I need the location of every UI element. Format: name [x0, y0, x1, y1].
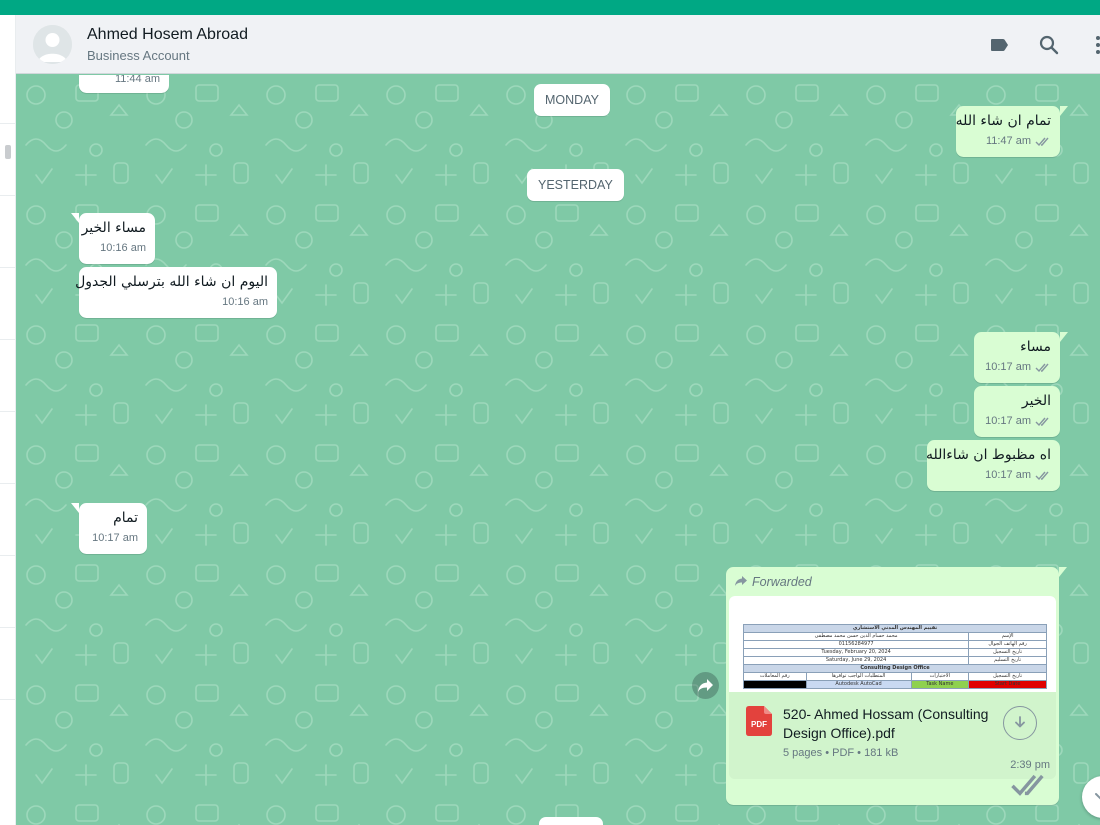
message-text: مساء	[1020, 339, 1051, 355]
chat-list-divider	[0, 555, 16, 556]
preview-cell: Tuesday, February 20, 2024	[742, 648, 970, 657]
message-time: 10:16 am	[100, 242, 146, 254]
message-time: 2:39 pm	[1010, 758, 1050, 771]
chat-list-divider	[0, 627, 16, 628]
preview-cell: Start Date	[968, 680, 1047, 689]
message-time: 10:17 am	[92, 532, 138, 544]
download-button[interactable]	[1003, 706, 1037, 740]
message-bubble-incoming[interactable]: مساء الخير 10:16 am	[79, 213, 155, 264]
chat-list-edge	[0, 15, 16, 825]
contact-name[interactable]: Ahmed Hosem Abroad	[87, 26, 248, 44]
forwarded-label: Forwarded	[734, 575, 812, 589]
chat-list-divider	[0, 195, 16, 196]
bubble-tail	[71, 503, 79, 513]
date-separator-monday: MONDAY	[534, 84, 610, 116]
search-icon[interactable]	[1037, 33, 1061, 57]
chevron-down-icon	[1095, 793, 1100, 800]
pdf-badge: PDF	[751, 720, 767, 729]
contact-subtitle: Business Account	[87, 48, 190, 63]
preview-section: Consulting Design Office	[743, 664, 1047, 673]
date-separator-partial	[539, 817, 603, 825]
message-bubble-outgoing[interactable]: اه مظبوط ان شاءالله 10:17 am	[925, 440, 1060, 491]
avatar[interactable]	[33, 25, 72, 64]
bubble-tail	[1060, 106, 1068, 116]
forward-button[interactable]	[692, 672, 719, 699]
preview-cell: المتطلبات الواجب توافرها	[805, 672, 912, 681]
chat-list-divider	[0, 483, 16, 484]
double-check-icon	[1035, 137, 1049, 146]
chat-list-divider	[0, 411, 16, 412]
message-time: 11:47 am	[985, 135, 1031, 147]
preview-cell: رقم المعاملات	[743, 672, 807, 681]
preview-cell: محمد حسام الدين حسن محمد مصطفى	[742, 632, 970, 641]
message-bubble-incoming[interactable]: تمام 10:17 am	[79, 503, 147, 554]
preview-cell: Saturday, June 29, 2024	[742, 656, 970, 665]
message-text: تمام	[113, 510, 138, 526]
preview-cell: 01156284977	[742, 640, 970, 649]
message-time: 11:44 am	[114, 75, 160, 85]
message-bubble-incoming[interactable]: اليوم ان شاء الله بترسلي الجدول 10:16 am	[75, 267, 277, 318]
document-preview-thumbnail[interactable]: تقييم المهندس المدني الاستشاري محمد حسام…	[729, 596, 1056, 692]
preview-cell: تاريخ التسجيل	[968, 648, 1047, 657]
preview-cell: الإسم	[968, 632, 1047, 641]
download-icon	[1015, 716, 1025, 728]
preview-title: تقييم المهندس المدني الاستشاري	[743, 624, 1047, 633]
bubble-tail	[1060, 332, 1068, 342]
forward-arrow-icon	[698, 679, 713, 692]
document-info[interactable]: PDF 520- Ahmed Hossam (Consulting Design…	[729, 692, 1056, 779]
message-bubble-outgoing[interactable]: الخير 10:17 am	[974, 386, 1060, 437]
message-time: 10:16 am	[222, 296, 268, 308]
default-avatar-icon	[33, 25, 72, 64]
app-top-bar	[0, 0, 1100, 15]
document-file-name[interactable]: 520- Ahmed Hossam (Consulting Design Off…	[783, 705, 1003, 743]
message-time: 10:17 am	[985, 469, 1031, 481]
message-time: 10:17 am	[985, 361, 1031, 373]
document-card[interactable]: تقييم المهندس المدني الاستشاري محمد حسام…	[729, 596, 1056, 779]
message-meta: 2:39 pm	[1010, 759, 1050, 801]
chat-list-divider	[0, 699, 16, 700]
forwarded-text: Forwarded	[752, 575, 812, 589]
preview-cell	[743, 680, 807, 689]
forwarded-icon	[735, 576, 747, 586]
message-bubble-outgoing[interactable]: تمام ان شاء الله 11:47 am	[956, 106, 1060, 157]
bubble-tail	[71, 213, 79, 223]
message-text: تمام ان شاء الله	[955, 113, 1051, 129]
chat-list-scrollbar[interactable]	[5, 145, 11, 159]
label-icon[interactable]	[987, 33, 1011, 57]
chat-list-divider	[0, 339, 16, 340]
message-bubble-incoming[interactable]: 11:44 am	[79, 75, 169, 93]
double-check-icon	[1035, 363, 1049, 372]
document-file-meta: 5 pages • PDF • 181 kB	[783, 747, 899, 759]
message-text: اليوم ان شاء الله بترسلي الجدول	[75, 274, 268, 290]
document-preview-table: تقييم المهندس المدني الاستشاري محمد حسام…	[742, 624, 1047, 689]
preview-cell: الاختبارات	[910, 672, 970, 681]
chat-header[interactable]: Ahmed Hosem Abroad Business Account	[16, 15, 1100, 74]
document-message-bubble[interactable]: Forwarded تقييم المهندس المدني الاستشاري…	[726, 567, 1059, 805]
double-check-icon	[1035, 471, 1049, 480]
conversation-panel[interactable]: 11:44 am MONDAY تمام ان شاء الله 11:47 a…	[16, 75, 1100, 825]
chat-list-divider	[0, 123, 16, 124]
preview-cell: تاريخ التسليم	[968, 656, 1047, 665]
message-time: 10:17 am	[985, 415, 1031, 427]
date-separator-yesterday: YESTERDAY	[527, 169, 624, 201]
message-text: مساء الخير	[81, 220, 146, 236]
message-text: الخير	[1021, 393, 1051, 409]
preview-cell: Autodesk AutoCad	[805, 680, 912, 689]
double-check-icon	[1011, 774, 1044, 796]
pdf-file-icon: PDF	[746, 706, 772, 736]
chat-list-divider	[0, 267, 16, 268]
double-check-icon	[1035, 417, 1049, 426]
preview-cell: تاريخ التسجيل	[968, 672, 1047, 681]
preview-cell: Task Name	[910, 680, 970, 689]
message-bubble-outgoing[interactable]: مساء 10:17 am	[974, 332, 1060, 383]
menu-icon[interactable]	[1086, 33, 1100, 57]
preview-cell: رقم الهاتف الجوال	[968, 640, 1047, 649]
message-text: اه مظبوط ان شاءالله	[925, 447, 1051, 463]
bubble-tail	[1059, 567, 1067, 577]
